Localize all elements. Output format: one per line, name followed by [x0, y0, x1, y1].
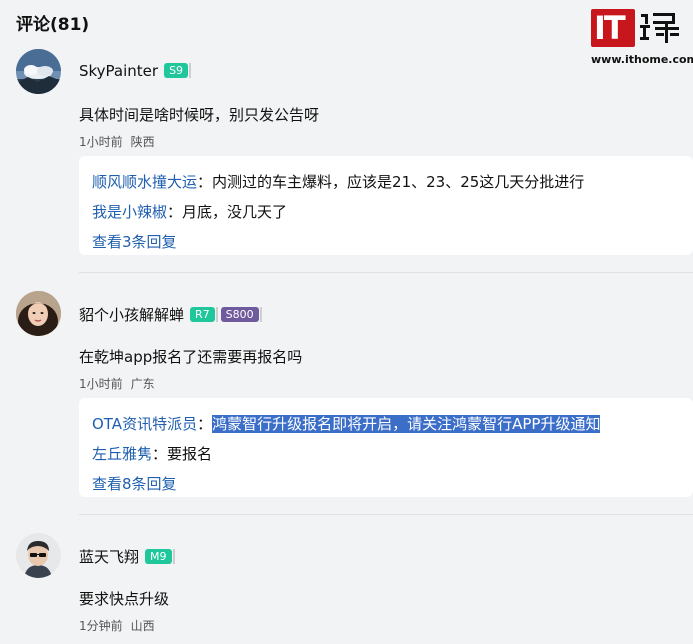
- reply-item: OTA资讯特派员：鸿蒙智行升级报名即将开启，请关注鸿蒙智行APP升级通知: [92, 415, 601, 433]
- comment-text: 要求快点升级: [79, 590, 170, 608]
- reply-username[interactable]: OTA资讯特派员: [92, 415, 197, 433]
- site-url[interactable]: www.ithome.com: [591, 53, 693, 66]
- username[interactable]: 蓝天飞翔 M9: [79, 546, 174, 567]
- reply-text: 要报名: [167, 445, 213, 463]
- it-logo-box: IT: [591, 9, 635, 47]
- comment-meta: 1小时前 陕西: [79, 133, 155, 150]
- reply-item: 左丘雅隽：要报名: [92, 445, 213, 463]
- divider: [79, 514, 693, 515]
- level-badge: S9: [164, 63, 192, 78]
- level-badge: S800: [220, 307, 262, 322]
- comment-time: 1分钟前: [79, 619, 123, 633]
- reply-item: 顺风顺水撞大运：内测过的车主爆料，应该是21、23、25这几天分批进行: [92, 173, 585, 191]
- ithome-logo[interactable]: IT www.ithome.com: [591, 9, 693, 67]
- avatar[interactable]: [16, 533, 61, 578]
- reply-box: OTA资讯特派员：鸿蒙智行升级报名即将开启，请关注鸿蒙智行APP升级通知 左丘雅…: [79, 398, 693, 497]
- view-more-replies-link[interactable]: 查看3条回复: [92, 231, 177, 252]
- reply-username[interactable]: 我是小辣椒: [92, 203, 167, 221]
- reply-username[interactable]: 左丘雅隽: [92, 445, 152, 463]
- comment-time: 1小时前: [79, 377, 123, 391]
- divider: [79, 272, 693, 273]
- comments-title: 评论(81): [16, 15, 90, 35]
- avatar[interactable]: [16, 49, 61, 94]
- reply-text: 月底，没几天了: [182, 203, 288, 221]
- comment-location: 陕西: [130, 135, 155, 149]
- reply-box: 顺风顺水撞大运：内测过的车主爆料，应该是21、23、25这几天分批进行 我是小辣…: [79, 156, 693, 255]
- level-badge: M9: [145, 549, 174, 564]
- username[interactable]: 貂个小孩解解蝉 R7 S800: [79, 304, 262, 325]
- comment-time: 1小时前: [79, 135, 123, 149]
- comment-meta: 1小时前 广东: [79, 375, 155, 392]
- avatar[interactable]: [16, 291, 61, 336]
- comment-location: 山西: [130, 619, 155, 633]
- comment-text: 具体时间是啥时候呀，别只发公告呀: [79, 106, 320, 124]
- reply-username[interactable]: 顺风顺水撞大运: [92, 173, 197, 191]
- view-more-replies-link[interactable]: 查看8条回复: [92, 473, 177, 494]
- comment-location: 广东: [130, 377, 155, 391]
- comment-meta: 1分钟前 山西: [79, 617, 155, 634]
- reply-text: 内测过的车主爆料，应该是21、23、25这几天分批进行: [212, 173, 585, 191]
- level-badge: R7: [190, 307, 218, 322]
- reply-item: 我是小辣椒：月底，没几天了: [92, 203, 288, 221]
- comment-text: 在乾坤app报名了还需要再报名吗: [79, 348, 303, 366]
- reply-text-selected[interactable]: 鸿蒙智行升级报名即将开启，请关注鸿蒙智行APP升级通知: [212, 415, 601, 433]
- username[interactable]: SkyPainter S9: [79, 62, 192, 80]
- home-glyph-icon: [640, 13, 679, 43]
